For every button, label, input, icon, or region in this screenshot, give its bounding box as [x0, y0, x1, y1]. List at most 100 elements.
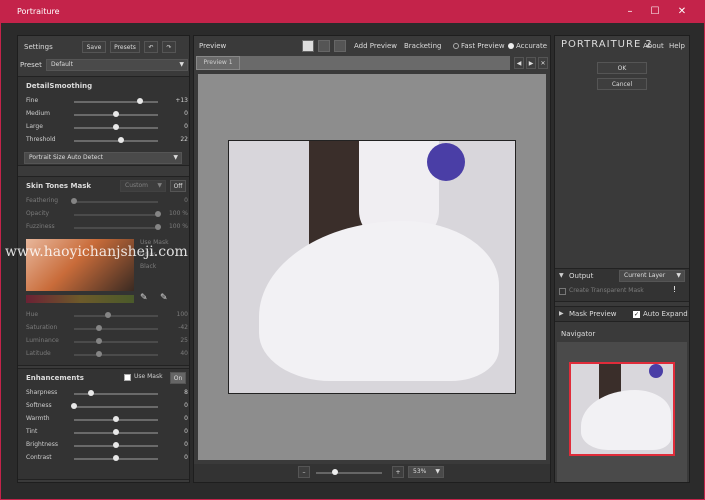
slider-track[interactable] [74, 227, 158, 229]
slider-knob[interactable] [113, 429, 119, 435]
slider-track[interactable] [74, 101, 158, 103]
slider-knob[interactable] [71, 403, 77, 409]
save-button[interactable]: Save [82, 41, 106, 53]
presets-button[interactable]: Presets [110, 41, 140, 53]
minimize-button[interactable]: – [623, 5, 637, 19]
slider-knob[interactable] [113, 455, 119, 461]
slider-knob[interactable] [113, 111, 119, 117]
help-button[interactable]: Help [669, 39, 685, 53]
window-title: Portraiture [17, 7, 60, 16]
slider-knob[interactable] [71, 198, 77, 204]
zoom-slider-knob[interactable] [332, 469, 338, 475]
slider-track[interactable] [74, 201, 158, 203]
preset-label: Preset [20, 61, 42, 69]
output-expand-icon[interactable]: ▼ [559, 272, 564, 279]
zoom-in-button[interactable]: + [392, 466, 404, 478]
slider-value[interactable]: 0 [158, 428, 188, 435]
slider-value[interactable]: 0 [158, 415, 188, 422]
eyedropper-icon[interactable]: ✎ [140, 293, 148, 303]
slider-knob[interactable] [87, 390, 94, 396]
slider-row: Hue 100 [18, 309, 188, 322]
zoom-select[interactable]: 53% ▼ [408, 466, 444, 478]
slider-knob[interactable] [113, 124, 119, 130]
tab-preview-1[interactable]: Preview 1 [196, 56, 240, 70]
tab-strip [240, 56, 510, 70]
output-value: Current Layer [624, 272, 666, 279]
maximize-button[interactable]: ☐ [648, 5, 662, 19]
auto-expand-label: Auto Expand [643, 310, 688, 318]
slider-value[interactable]: -42 [158, 324, 188, 331]
slider-knob[interactable] [118, 137, 125, 143]
fast-preview-radio[interactable] [453, 43, 459, 49]
slider-value[interactable]: 0 [158, 197, 188, 204]
slider-track[interactable] [74, 341, 158, 343]
nav-bouquet [649, 364, 663, 378]
slider-value[interactable]: 100 % [158, 223, 188, 230]
slider-knob[interactable] [113, 416, 119, 422]
output-select[interactable]: Current Layer ▼ [619, 270, 685, 282]
zoom-slider-track[interactable] [316, 472, 382, 474]
slider-value[interactable]: 0 [158, 441, 188, 448]
navigator-thumbnail[interactable] [569, 362, 675, 456]
slider-value[interactable]: 8 [158, 389, 188, 396]
eyedropper-plus-icon[interactable]: ✎ [160, 293, 168, 303]
slider-track[interactable] [74, 393, 158, 395]
add-preview-button[interactable]: Add Preview [354, 39, 397, 53]
slider-knob[interactable] [113, 442, 119, 448]
hue-strip[interactable] [26, 295, 134, 303]
close-tab-icon[interactable]: ✕ [538, 57, 548, 69]
slider-value[interactable]: 22 [158, 136, 188, 143]
settings-label: Settings [24, 43, 53, 51]
slider-value[interactable]: 0 [158, 110, 188, 117]
bracketing-button[interactable]: Bracketing [404, 39, 442, 53]
slider-track[interactable] [74, 354, 158, 356]
enhancements-toggle-button[interactable]: On [170, 372, 186, 384]
bouquet [427, 143, 465, 181]
single-view-icon[interactable] [302, 40, 314, 52]
accurate-radio[interactable] [508, 43, 514, 49]
slider-knob[interactable] [96, 325, 103, 331]
slider-knob[interactable] [96, 338, 103, 344]
portrait-size-select[interactable]: Portrait Size Auto Detect ▼ [24, 152, 182, 164]
slider-value[interactable]: 40 [158, 350, 188, 357]
zoom-out-button[interactable]: – [298, 466, 310, 478]
slider-value[interactable]: 0 [158, 123, 188, 130]
slider-track[interactable] [74, 214, 158, 216]
create-transparent-checkbox[interactable] [559, 288, 566, 295]
slider-track[interactable] [74, 328, 158, 330]
slider-row: Latitude 40 [18, 348, 188, 361]
slider-track[interactable] [74, 140, 158, 142]
slider-knob[interactable] [104, 312, 111, 318]
ok-button[interactable]: OK [597, 62, 647, 74]
slider-knob[interactable] [136, 98, 143, 104]
slider-knob[interactable] [96, 351, 103, 357]
scroll-left-icon[interactable]: ◀ [514, 57, 524, 69]
close-button[interactable]: ✕ [675, 5, 689, 19]
scroll-right-icon[interactable]: ▶ [526, 57, 536, 69]
skin-mode-select[interactable]: Custom ▼ [120, 180, 166, 192]
preview-canvas[interactable] [198, 74, 546, 460]
slider-value[interactable]: 100 % [158, 210, 188, 217]
about-button[interactable]: About [643, 39, 664, 53]
slider-track[interactable] [74, 406, 158, 408]
slider-value[interactable]: 0 [158, 454, 188, 461]
preset-select[interactable]: Default ▼ [46, 59, 188, 71]
undo-icon[interactable]: ↶ [144, 41, 158, 53]
split-vertical-icon[interactable] [334, 40, 346, 52]
cancel-button[interactable]: Cancel [597, 78, 647, 90]
auto-expand-checkbox[interactable]: ✓ [633, 311, 640, 318]
redo-icon[interactable]: ↷ [162, 41, 176, 53]
slider-value[interactable]: +13 [158, 97, 188, 104]
skin-option-black[interactable]: Black [140, 263, 156, 270]
slider-row: Saturation -42 [18, 322, 188, 335]
slider-value[interactable]: 100 [158, 311, 188, 318]
use-mask-checkbox[interactable] [124, 374, 131, 381]
portraiture-logo: PORTRAITURE 2 [561, 39, 653, 50]
slider-label: Fine [26, 97, 39, 104]
split-horizontal-icon[interactable] [318, 40, 330, 52]
slider-value[interactable]: 0 [158, 402, 188, 409]
mask-preview-expand-icon[interactable]: ▶ [559, 310, 564, 317]
slider-track[interactable] [74, 315, 158, 317]
slider-value[interactable]: 25 [158, 337, 188, 344]
skin-toggle-button[interactable]: Off [170, 180, 186, 192]
